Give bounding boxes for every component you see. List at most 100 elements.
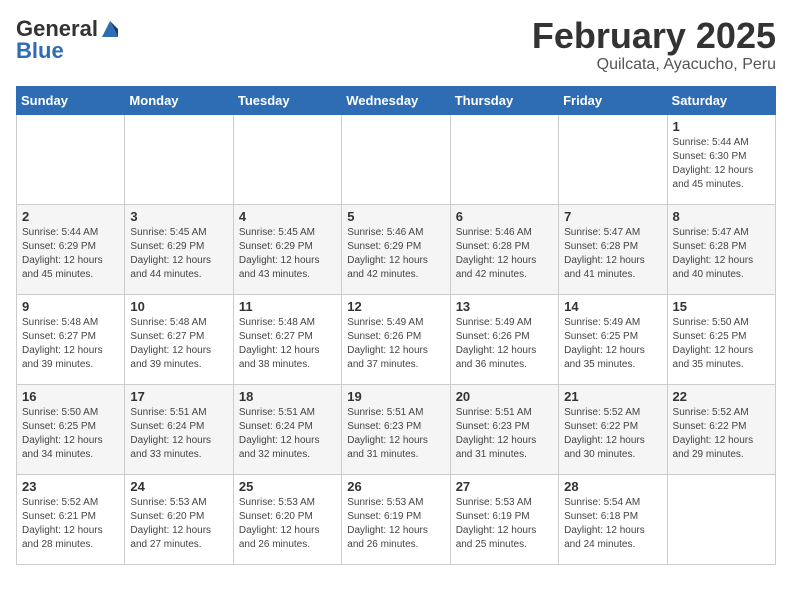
logo-icon <box>100 19 120 39</box>
day-number: 9 <box>22 299 119 314</box>
day-info: Sunrise: 5:53 AM Sunset: 6:20 PM Dayligh… <box>130 496 227 552</box>
day-info: Sunrise: 5:50 AM Sunset: 6:25 PM Dayligh… <box>673 316 770 372</box>
calendar-cell: 3 Sunrise: 5:45 AM Sunset: 6:29 PM Daylig… <box>125 204 233 294</box>
day-info: Sunrise: 5:51 AM Sunset: 6:24 PM Dayligh… <box>239 406 336 462</box>
calendar-cell: 8 Sunrise: 5:47 AM Sunset: 6:28 PM Daylig… <box>667 204 775 294</box>
calendar-cell: 1 Sunrise: 5:44 AM Sunset: 6:30 PM Daylig… <box>667 114 775 204</box>
calendar-cell: 22 Sunrise: 5:52 AM Sunset: 6:22 PM Dayli… <box>667 384 775 474</box>
day-header-tuesday: Tuesday <box>233 86 341 114</box>
day-number: 15 <box>673 299 770 314</box>
day-info: Sunrise: 5:52 AM Sunset: 6:22 PM Dayligh… <box>673 406 770 462</box>
day-header-thursday: Thursday <box>450 86 558 114</box>
day-info: Sunrise: 5:48 AM Sunset: 6:27 PM Dayligh… <box>22 316 119 372</box>
day-info: Sunrise: 5:46 AM Sunset: 6:28 PM Dayligh… <box>456 226 553 282</box>
calendar-week-row: 23Sunrise: 5:52 AM Sunset: 6:21 PM Dayli… <box>17 474 776 564</box>
day-info: Sunrise: 5:54 AM Sunset: 6:18 PM Dayligh… <box>564 496 661 552</box>
calendar-cell <box>17 114 125 204</box>
calendar-cell: 10 Sunrise: 5:48 AM Sunset: 6:27 PM Dayli… <box>125 294 233 384</box>
day-info: Sunrise: 5:52 AM Sunset: 6:22 PM Dayligh… <box>564 406 661 462</box>
day-number: 24 <box>130 479 227 494</box>
day-number: 18 <box>239 389 336 404</box>
calendar-cell: 26 Sunrise: 5:53 AM Sunset: 6:19 PM Dayli… <box>342 474 450 564</box>
day-info: Sunrise: 5:44 AM Sunset: 6:29 PM Dayligh… <box>22 226 119 282</box>
day-info: Sunrise: 5:50 AM Sunset: 6:25 PM Dayligh… <box>22 406 119 462</box>
day-header-friday: Friday <box>559 86 667 114</box>
day-number: 25 <box>239 479 336 494</box>
day-number: 14 <box>564 299 661 314</box>
day-number: 27 <box>456 479 553 494</box>
day-number: 6 <box>456 209 553 224</box>
day-number: 12 <box>347 299 444 314</box>
day-number: 5 <box>347 209 444 224</box>
calendar-cell: 14 Sunrise: 5:49 AM Sunset: 6:25 PM Dayli… <box>559 294 667 384</box>
day-info: Sunrise: 5:51 AM Sunset: 6:24 PM Dayligh… <box>130 406 227 462</box>
day-number: 2 <box>22 209 119 224</box>
calendar-cell <box>125 114 233 204</box>
calendar-cell: 6 Sunrise: 5:46 AM Sunset: 6:28 PM Daylig… <box>450 204 558 294</box>
day-number: 17 <box>130 389 227 404</box>
calendar-cell: 27 Sunrise: 5:53 AM Sunset: 6:19 PM Dayli… <box>450 474 558 564</box>
day-number: 16 <box>22 389 119 404</box>
day-header-saturday: Saturday <box>667 86 775 114</box>
day-info: Sunrise: 5:53 AM Sunset: 6:19 PM Dayligh… <box>456 496 553 552</box>
location-title: Quilcata, Ayacucho, Peru <box>532 56 776 74</box>
day-number: 10 <box>130 299 227 314</box>
day-info: Sunrise: 5:47 AM Sunset: 6:28 PM Dayligh… <box>673 226 770 282</box>
day-number: 26 <box>347 479 444 494</box>
calendar-header-row: SundayMondayTuesdayWednesdayThursdayFrid… <box>17 86 776 114</box>
day-number: 23 <box>22 479 119 494</box>
day-number: 3 <box>130 209 227 224</box>
day-number: 21 <box>564 389 661 404</box>
calendar-cell <box>342 114 450 204</box>
day-info: Sunrise: 5:45 AM Sunset: 6:29 PM Dayligh… <box>130 226 227 282</box>
calendar-cell: 4 Sunrise: 5:45 AM Sunset: 6:29 PM Daylig… <box>233 204 341 294</box>
calendar-cell: 28 Sunrise: 5:54 AM Sunset: 6:18 PM Dayli… <box>559 474 667 564</box>
calendar-cell: 15 Sunrise: 5:50 AM Sunset: 6:25 PM Dayli… <box>667 294 775 384</box>
calendar-cell: 16 Sunrise: 5:50 AM Sunset: 6:25 PM Dayli… <box>17 384 125 474</box>
day-info: Sunrise: 5:49 AM Sunset: 6:25 PM Dayligh… <box>564 316 661 372</box>
day-info: Sunrise: 5:49 AM Sunset: 6:26 PM Dayligh… <box>347 316 444 372</box>
day-info: Sunrise: 5:49 AM Sunset: 6:26 PM Dayligh… <box>456 316 553 372</box>
day-number: 19 <box>347 389 444 404</box>
calendar-cell: 21 Sunrise: 5:52 AM Sunset: 6:22 PM Dayli… <box>559 384 667 474</box>
calendar-cell: 7Sunrise: 5:47 AM Sunset: 6:28 PM Daylig… <box>559 204 667 294</box>
calendar-cell: 18 Sunrise: 5:51 AM Sunset: 6:24 PM Dayli… <box>233 384 341 474</box>
calendar-cell: 2 Sunrise: 5:44 AM Sunset: 6:29 PM Daylig… <box>17 204 125 294</box>
day-number: 20 <box>456 389 553 404</box>
calendar-cell: 19Sunrise: 5:51 AM Sunset: 6:23 PM Dayli… <box>342 384 450 474</box>
month-title: February 2025 <box>532 16 776 56</box>
calendar-cell: 20 Sunrise: 5:51 AM Sunset: 6:23 PM Dayli… <box>450 384 558 474</box>
day-info: Sunrise: 5:44 AM Sunset: 6:30 PM Dayligh… <box>673 136 770 192</box>
calendar-week-row: 2 Sunrise: 5:44 AM Sunset: 6:29 PM Daylig… <box>17 204 776 294</box>
header: General Blue February 2025 Quilcata, Aya… <box>16 16 776 74</box>
day-number: 8 <box>673 209 770 224</box>
day-number: 7 <box>564 209 661 224</box>
calendar-cell <box>667 474 775 564</box>
day-number: 13 <box>456 299 553 314</box>
day-number: 28 <box>564 479 661 494</box>
calendar-cell: 25 Sunrise: 5:53 AM Sunset: 6:20 PM Dayli… <box>233 474 341 564</box>
day-number: 1 <box>673 119 770 134</box>
calendar-cell <box>559 114 667 204</box>
calendar-cell: 23Sunrise: 5:52 AM Sunset: 6:21 PM Dayli… <box>17 474 125 564</box>
day-number: 4 <box>239 209 336 224</box>
day-info: Sunrise: 5:45 AM Sunset: 6:29 PM Dayligh… <box>239 226 336 282</box>
calendar-cell <box>233 114 341 204</box>
calendar-cell <box>450 114 558 204</box>
calendar-week-row: 9 Sunrise: 5:48 AM Sunset: 6:27 PM Daylig… <box>17 294 776 384</box>
day-number: 22 <box>673 389 770 404</box>
day-info: Sunrise: 5:53 AM Sunset: 6:19 PM Dayligh… <box>347 496 444 552</box>
calendar-cell: 9 Sunrise: 5:48 AM Sunset: 6:27 PM Daylig… <box>17 294 125 384</box>
day-info: Sunrise: 5:53 AM Sunset: 6:20 PM Dayligh… <box>239 496 336 552</box>
day-header-sunday: Sunday <box>17 86 125 114</box>
logo: General Blue <box>16 16 120 64</box>
calendar-cell: 13 Sunrise: 5:49 AM Sunset: 6:26 PM Dayli… <box>450 294 558 384</box>
calendar-cell: 24 Sunrise: 5:53 AM Sunset: 6:20 PM Dayli… <box>125 474 233 564</box>
calendar-table: SundayMondayTuesdayWednesdayThursdayFrid… <box>16 86 776 565</box>
day-info: Sunrise: 5:51 AM Sunset: 6:23 PM Dayligh… <box>456 406 553 462</box>
day-info: Sunrise: 5:48 AM Sunset: 6:27 PM Dayligh… <box>130 316 227 372</box>
day-info: Sunrise: 5:46 AM Sunset: 6:29 PM Dayligh… <box>347 226 444 282</box>
calendar-week-row: 16 Sunrise: 5:50 AM Sunset: 6:25 PM Dayli… <box>17 384 776 474</box>
calendar-week-row: 1 Sunrise: 5:44 AM Sunset: 6:30 PM Daylig… <box>17 114 776 204</box>
calendar-cell: 5 Sunrise: 5:46 AM Sunset: 6:29 PM Daylig… <box>342 204 450 294</box>
